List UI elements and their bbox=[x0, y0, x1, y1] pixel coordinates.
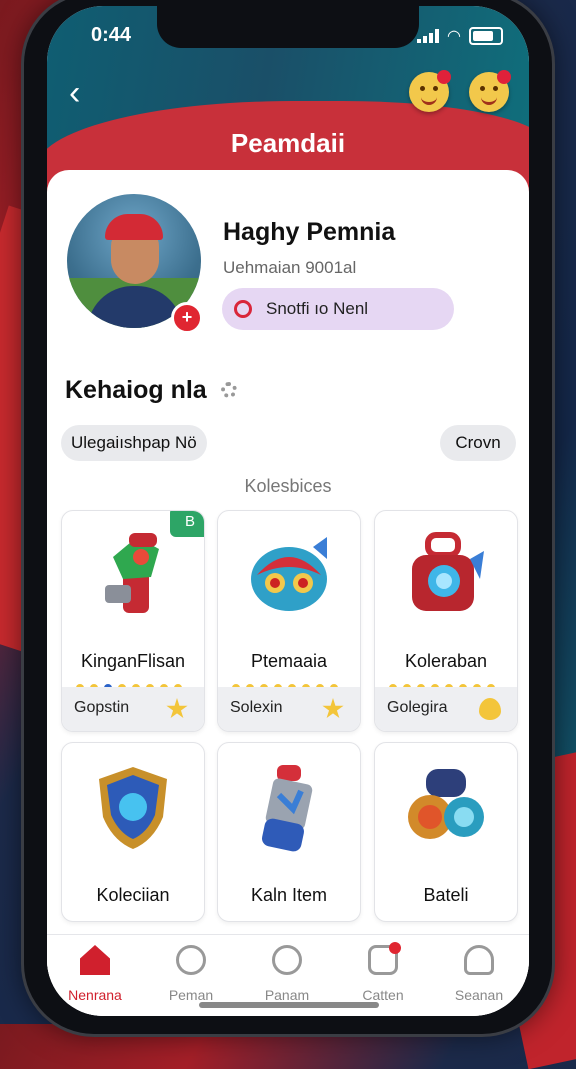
signal-icon bbox=[417, 29, 440, 43]
search-icon bbox=[176, 945, 206, 975]
battery-icon bbox=[469, 27, 503, 45]
tab-search[interactable]: Peman bbox=[143, 945, 239, 1003]
status-badge[interactable]: Snotfi ıo Nenl bbox=[222, 288, 454, 330]
power-orb-icon bbox=[412, 532, 484, 611]
home-icon bbox=[80, 945, 110, 975]
filter-chip[interactable]: Crovn bbox=[440, 425, 516, 461]
item-footer: Solexin bbox=[218, 687, 360, 731]
page-title: Peamdaii bbox=[230, 128, 346, 158]
user-icon bbox=[464, 945, 494, 975]
profile-card: + Haghy Pemnia Uehmaian 9001al Snotfi ıo… bbox=[47, 170, 529, 1016]
notification-dot bbox=[389, 942, 401, 954]
tab-label: Seanan bbox=[454, 987, 504, 1003]
calendar-icon bbox=[368, 942, 401, 975]
app-screen: 0:44 ◠ ‹ Peamdaii + Haghy Pemnia Uehmaia… bbox=[47, 6, 529, 1016]
shield-icon bbox=[99, 767, 167, 849]
gear-icon[interactable] bbox=[221, 382, 237, 398]
item-card[interactable]: B KinganFlisan Gopstin bbox=[61, 510, 205, 732]
home-indicator[interactable] bbox=[199, 1002, 379, 1008]
goggles-icon bbox=[408, 769, 484, 839]
profile-subtitle: Uehmaian 9001al bbox=[223, 258, 357, 277]
section-title: Kehaiog nla bbox=[65, 376, 207, 404]
item-footer-label: Gopstin bbox=[74, 699, 130, 716]
back-icon[interactable]: ‹ bbox=[69, 76, 80, 110]
item-footer-label: Golegira bbox=[387, 699, 448, 716]
emoji-icon[interactable] bbox=[409, 70, 451, 112]
wifi-icon: ◠ bbox=[447, 28, 461, 45]
heart-icon[interactable] bbox=[479, 698, 501, 720]
item-label: Kaln Item bbox=[250, 885, 328, 905]
star-icon[interactable] bbox=[166, 698, 188, 719]
star-icon[interactable] bbox=[322, 698, 344, 719]
item-footer-label: Solexin bbox=[230, 699, 283, 716]
filter-chip[interactable]: Ulegaiıshpap Nö bbox=[61, 425, 207, 461]
item-label: Bateli bbox=[423, 885, 469, 905]
helmet-icon bbox=[251, 537, 327, 611]
tab-home[interactable]: Nenrana bbox=[47, 945, 143, 1003]
status-icons: ◠ bbox=[417, 26, 503, 46]
status-badge-label: Snotfi ıo Nenl bbox=[266, 299, 369, 318]
item-label: Koleciian bbox=[96, 885, 170, 905]
tab-label: Panam bbox=[264, 987, 310, 1003]
item-badge: B bbox=[170, 511, 204, 537]
item-card[interactable]: Bateli bbox=[374, 742, 518, 922]
collection-label: Kolesbices bbox=[244, 476, 332, 496]
tab-label: Nenrana bbox=[68, 987, 122, 1003]
status-time: 0:44 bbox=[91, 24, 132, 46]
device-notch bbox=[157, 6, 419, 48]
plus-icon[interactable]: + bbox=[171, 302, 203, 334]
emoji-icon[interactable] bbox=[469, 70, 511, 112]
item-footer: Gopstin bbox=[62, 687, 204, 731]
item-card[interactable]: Koleciian bbox=[61, 742, 205, 922]
tab-label: Peman bbox=[168, 987, 214, 1003]
item-footer: Golegira bbox=[375, 687, 517, 731]
tab-profile[interactable]: Seanan bbox=[431, 945, 527, 1003]
gauntlet-icon bbox=[105, 533, 159, 613]
tab-explore[interactable]: Panam bbox=[239, 945, 335, 1003]
item-label: Ptemaaia bbox=[250, 651, 328, 671]
tab-label: Catten bbox=[362, 987, 404, 1003]
item-label: KinganFlisan bbox=[80, 651, 186, 671]
tab-calendar[interactable]: Catten bbox=[335, 942, 431, 1003]
ribbon-icon bbox=[234, 300, 252, 318]
compass-icon bbox=[272, 945, 302, 975]
item-card[interactable]: Koleraban Golegira bbox=[374, 510, 518, 732]
profile-name: Haghy Pemnia bbox=[223, 218, 396, 246]
item-card[interactable]: Ptemaaia Solexin bbox=[217, 510, 361, 732]
canister-icon bbox=[262, 765, 313, 852]
item-card[interactable]: Kaln Item bbox=[217, 742, 361, 922]
item-label: Koleraban bbox=[404, 651, 488, 671]
